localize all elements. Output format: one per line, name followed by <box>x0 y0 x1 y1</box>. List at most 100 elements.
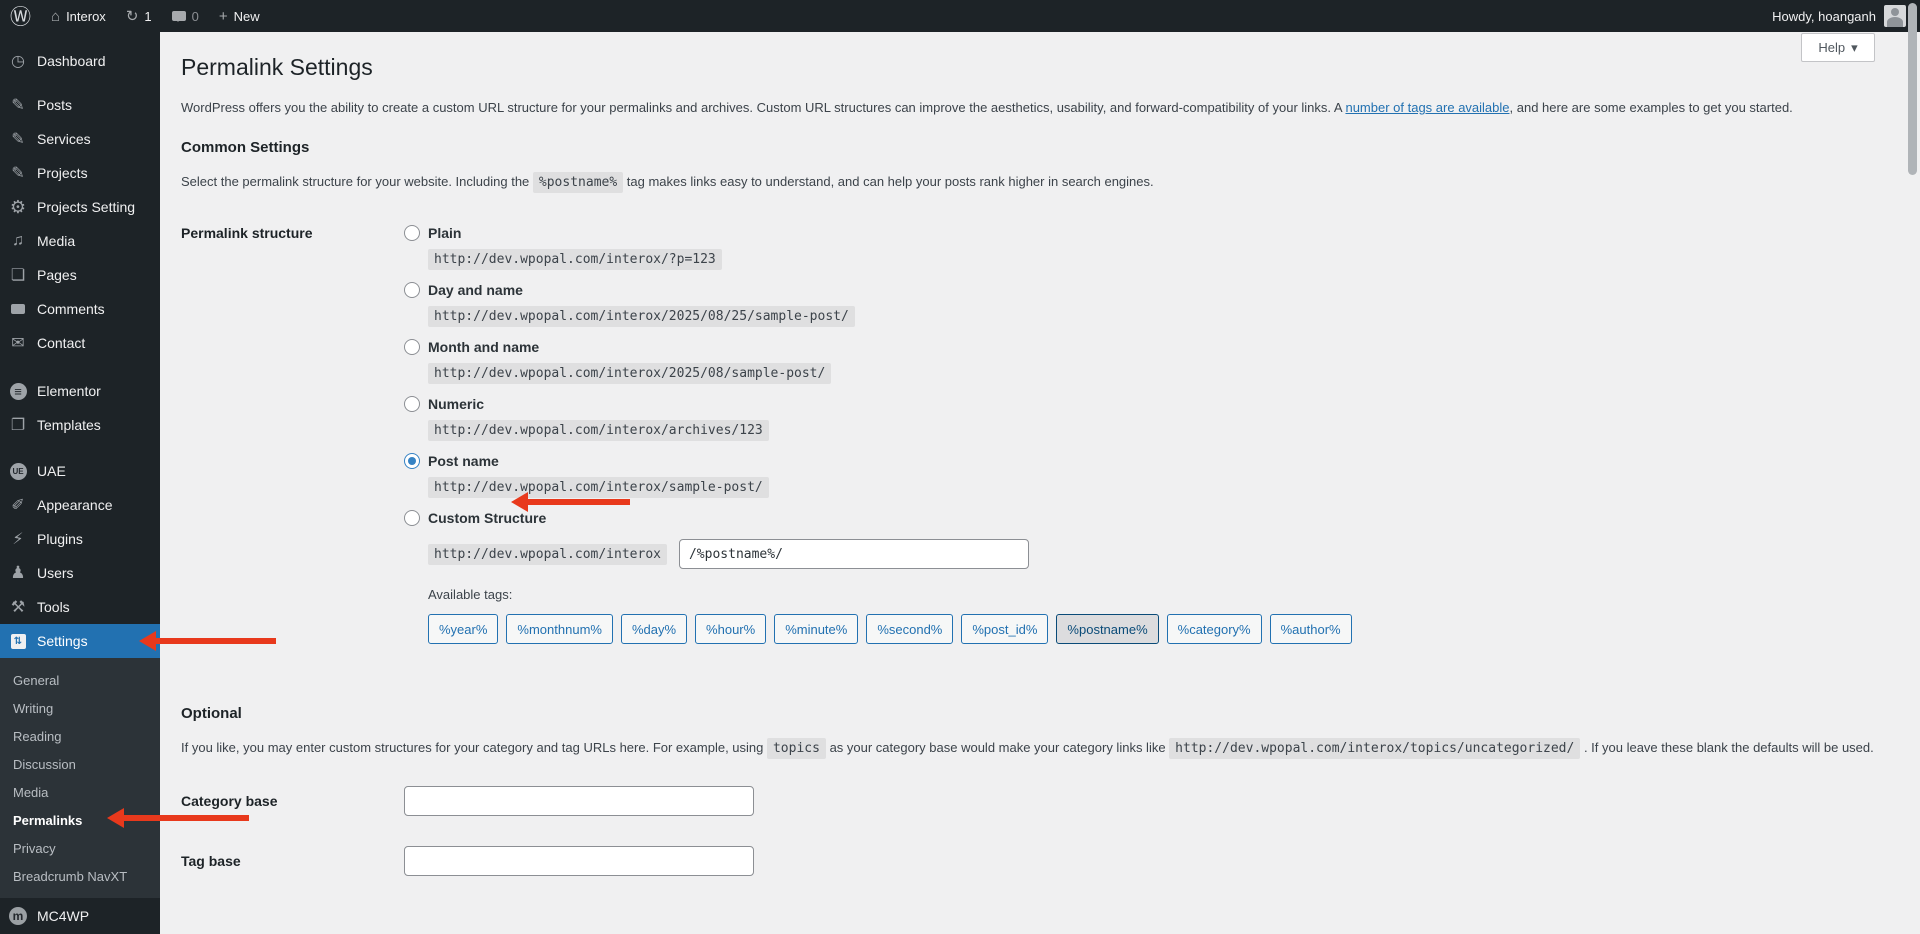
tag-button[interactable]: %monthnum% <box>506 614 613 644</box>
radio-circle-icon[interactable] <box>404 225 420 241</box>
sidebar-item-media[interactable]: Media <box>0 224 160 258</box>
submenu-item-media[interactable]: Media <box>0 778 160 806</box>
custom-structure-input[interactable] <box>678 539 1029 569</box>
radio-circle-icon[interactable] <box>404 339 420 355</box>
tag-button[interactable]: %author% <box>1269 614 1352 644</box>
sidebar-item-appearance[interactable]: Appearance <box>0 488 160 522</box>
submenu-item-privacy[interactable]: Privacy <box>0 834 160 862</box>
site-name-menu[interactable]: ⌂ Interox <box>41 0 116 32</box>
sidebar-item-contact[interactable]: Contact <box>0 326 160 360</box>
intro-text-after: , and here are some examples to get you … <box>1509 100 1793 115</box>
tag-button[interactable]: %category% <box>1166 614 1262 644</box>
sidebar-item-pages[interactable]: Pages <box>0 258 160 292</box>
submenu-item-reading[interactable]: Reading <box>0 722 160 750</box>
sidebar-item-plugins[interactable]: Plugins <box>0 522 160 556</box>
sidebar-item-dashboard[interactable]: Dashboard <box>0 44 160 78</box>
sidebar-item-label: Projects <box>37 165 88 181</box>
sidebar-item-label: Comments <box>37 301 105 317</box>
sidebar-item-label: Users <box>37 565 74 581</box>
brush-icon <box>8 495 28 515</box>
tag-button[interactable]: %year% <box>428 614 499 644</box>
radio-circle-icon[interactable] <box>404 510 420 526</box>
example-url: http://dev.wpopal.com/interox/2025/08/sa… <box>428 363 1875 384</box>
radio-custom-structure[interactable]: Custom Structure <box>404 507 1875 529</box>
sidebar-item-services[interactable]: Services <box>0 122 160 156</box>
sidebar-item-uae[interactable]: UAE <box>0 454 160 488</box>
elementor-icon <box>8 381 28 401</box>
sidebar-item-comments[interactable]: Comments <box>0 292 160 326</box>
available-tags-label: Available tags: <box>428 587 513 602</box>
vertical-scrollbar[interactable] <box>1908 3 1917 175</box>
option-day-and-name: Day and name http://dev.wpopal.com/inter… <box>404 279 1875 327</box>
radio-circle-icon[interactable] <box>404 396 420 412</box>
howdy-account-menu[interactable]: Howdy, hoanganh <box>1772 9 1876 24</box>
uae-icon <box>8 461 28 481</box>
tag-button[interactable]: %minute% <box>774 614 859 644</box>
sidebar-item-templates[interactable]: Templates <box>0 408 160 442</box>
user-avatar[interactable] <box>1884 5 1906 27</box>
sidebar-item-label: Pages <box>37 267 77 283</box>
sidebar-item-label: Services <box>37 131 91 147</box>
sidebar-item-settings[interactable]: Settings <box>0 624 160 658</box>
tag-button[interactable]: %day% <box>620 614 688 644</box>
red-arrow-post-name <box>511 492 630 512</box>
intro-text-before: WordPress offers you the ability to crea… <box>181 100 1346 115</box>
sidebar-item-projects-setting[interactable]: Projects Setting <box>0 190 160 224</box>
url-prefix-code: http://dev.wpopal.com/interox <box>428 543 667 565</box>
tag-base-input[interactable] <box>404 846 754 876</box>
sidebar-item-projects[interactable]: Projects <box>0 156 160 190</box>
pin-icon <box>8 163 28 183</box>
custom-structure-row: http://dev.wpopal.com/interox <box>428 539 1875 569</box>
updates-menu[interactable]: ↻ 1 <box>116 0 162 32</box>
optional-desc-part1: If you like, you may enter custom struct… <box>181 740 767 755</box>
tag-button[interactable]: %second% <box>866 614 954 644</box>
update-count: 1 <box>144 8 152 24</box>
tag-button-selected[interactable]: %postname% <box>1056 614 1159 644</box>
pages-icon <box>8 265 28 285</box>
radio-plain[interactable]: Plain <box>404 222 1875 244</box>
sidebar-item-users[interactable]: Users <box>0 556 160 590</box>
radio-day-and-name[interactable]: Day and name <box>404 279 1875 301</box>
submenu-item-general[interactable]: General <box>0 666 160 694</box>
comment-bubble-icon <box>171 11 186 22</box>
submenu-item-breadcrumb-navxt[interactable]: Breadcrumb NavXT <box>0 862 160 890</box>
main-content: Help ▾ Permalink Settings WordPress offe… <box>160 32 1920 934</box>
category-base-input[interactable] <box>404 786 754 816</box>
settings-submenu: General Writing Reading Discussion Media… <box>0 658 160 898</box>
comments-menu[interactable]: 0 <box>162 0 209 32</box>
wordpress-logo-menu[interactable]: Ⓦ <box>0 0 41 32</box>
option-label: Post name <box>428 453 499 469</box>
tag-button[interactable]: %hour% <box>695 614 767 644</box>
pin-icon <box>8 129 28 149</box>
sidebar-item-elementor[interactable]: Elementor <box>0 374 160 408</box>
admin-sidebar: Dashboard Posts Services Projects Projec… <box>0 32 160 934</box>
submenu-item-writing[interactable]: Writing <box>0 694 160 722</box>
plus-icon: + <box>218 7 228 25</box>
option-label: Numeric <box>428 396 485 412</box>
sidebar-item-label: Elementor <box>37 383 101 399</box>
tag-button[interactable]: %post_id% <box>961 614 1049 644</box>
sidebar-item-tools[interactable]: Tools <box>0 590 160 624</box>
structure-desc-after: tag makes links easy to understand, and … <box>623 174 1154 189</box>
sidebar-item-label: Tools <box>37 599 70 615</box>
radio-selected-icon[interactable] <box>404 453 420 469</box>
submenu-item-discussion[interactable]: Discussion <box>0 750 160 778</box>
option-label: Day and name <box>428 282 523 298</box>
new-content-menu[interactable]: + New <box>209 0 270 32</box>
sidebar-item-label: Dashboard <box>37 53 106 69</box>
help-button[interactable]: Help ▾ <box>1801 33 1875 62</box>
home-icon: ⌂ <box>51 7 61 25</box>
radio-numeric[interactable]: Numeric <box>404 393 1875 415</box>
sidebar-item-posts[interactable]: Posts <box>0 88 160 122</box>
permalink-structure-label: Permalink structure <box>181 225 313 241</box>
sidebar-item-mc4wp[interactable]: MC4WP <box>0 898 160 934</box>
radio-month-and-name[interactable]: Month and name <box>404 336 1875 358</box>
number-of-tags-link[interactable]: number of tags are available <box>1345 100 1509 115</box>
permalink-form-table: Permalink structure Plain http://dev.wpo… <box>181 222 1875 656</box>
radio-post-name[interactable]: Post name <box>404 450 1875 472</box>
pin-icon <box>8 95 28 115</box>
wrench-icon <box>8 597 28 617</box>
option-label: Month and name <box>428 339 540 355</box>
sidebar-item-label: MC4WP <box>37 908 90 924</box>
radio-circle-icon[interactable] <box>404 282 420 298</box>
